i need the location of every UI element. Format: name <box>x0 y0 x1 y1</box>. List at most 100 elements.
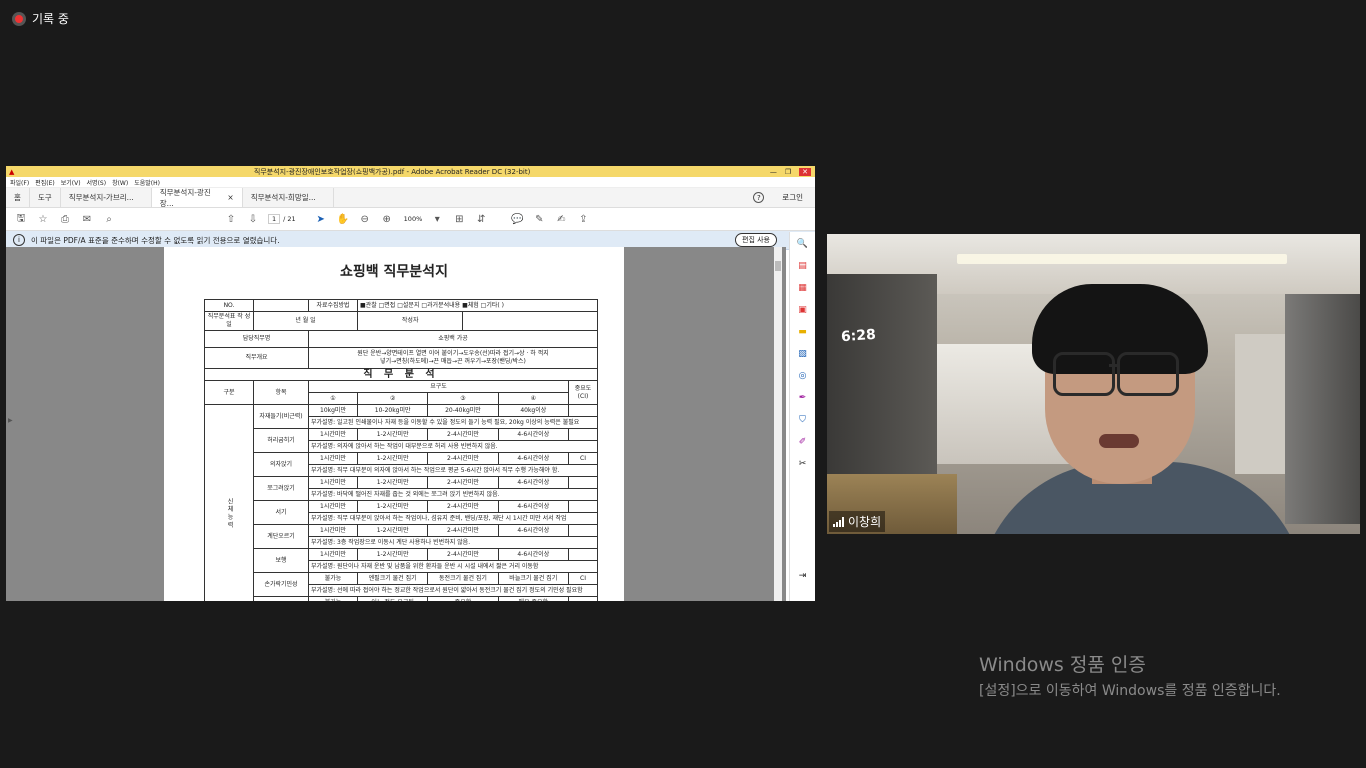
combine-icon[interactable]: ▧ <box>797 347 809 360</box>
edit-pdf-icon[interactable]: ▣ <box>797 303 809 316</box>
hand-icon[interactable]: ✋ <box>336 212 350 226</box>
tab-doc-3[interactable]: 직무분석지-희망일... <box>243 188 334 207</box>
recording-label: 기록 중 <box>32 12 69 26</box>
scroll-mode-icon[interactable]: ⇵ <box>474 212 488 226</box>
table-row: 눈손협응불가능어느 정도 요구됨중요함매우 중요함 <box>205 596 598 601</box>
comment-tool-icon[interactable]: ▬ <box>797 325 809 338</box>
request-signature-icon[interactable]: ✐ <box>797 435 809 448</box>
menu-sign[interactable]: 서명(S) <box>87 178 107 187</box>
mail-icon[interactable]: ✉ <box>80 212 94 226</box>
protect-icon[interactable]: ⛉ <box>797 413 809 426</box>
menu-window[interactable]: 창(W) <box>112 178 128 187</box>
row-c1: 1시간미만 <box>308 428 358 441</box>
participant-video: 6:28 이창희 <box>827 234 1360 534</box>
menu-view[interactable]: 보기(V) <box>61 178 81 187</box>
row-c1: 불가능 <box>308 572 358 585</box>
table-row: 보행 1시간미만 1-2시간미만 2-4시간미만 4-6시간이상 <box>205 548 598 573</box>
level-3: ③ <box>427 392 499 405</box>
doc-title: 쇼핑백 직무분석지 <box>340 264 448 280</box>
table-row: 허리굽히기 1시간미만 1-2시간미만 2-4시간미만 4-6시간이상 <box>205 428 598 453</box>
share-icon[interactable]: ⇪ <box>576 212 590 226</box>
refrigerator <box>1285 294 1360 524</box>
enable-edit-button[interactable]: 편집 사용 <box>735 233 777 247</box>
tab-tools[interactable]: 도구 <box>30 188 61 207</box>
menu-help[interactable]: 도움말(H) <box>134 178 160 187</box>
sign-icon[interactable]: ✍ <box>554 212 568 226</box>
minimize-button[interactable]: — <box>770 168 777 176</box>
document-viewer[interactable]: ▶ 쇼핑백 직무분석지 NO. 자료수집방법 ■관찰 □면접 □설문지 □과거분… <box>6 247 786 601</box>
row-c3: 2-4시간미만 <box>427 548 499 561</box>
row-importance <box>568 500 598 513</box>
create-pdf-icon[interactable]: ▦ <box>797 281 809 294</box>
row-item: 눈손협응 <box>253 596 309 601</box>
pdf-page: 쇼핑백 직무분석지 NO. 자료수집방법 ■관찰 □면접 □설문지 □과거분석내… <box>164 247 624 601</box>
info-text: 이 파일은 PDF/A 표준을 준수하며 수정할 수 없도록 읽기 전용으로 열… <box>31 235 280 245</box>
row-item: 허리굽히기 <box>253 428 309 453</box>
row-item: 의자앉기 <box>253 452 309 477</box>
row-importance: CI <box>568 452 598 465</box>
export-pdf-icon[interactable]: ▤ <box>797 259 809 272</box>
zoom-tool-icon[interactable]: 🔍 <box>797 237 809 250</box>
page-down-icon[interactable]: ⇩ <box>246 212 260 226</box>
organize-icon[interactable]: ◎ <box>797 369 809 382</box>
restore-button[interactable]: ❐ <box>785 168 791 176</box>
menu-file[interactable]: 파일(F) <box>10 178 29 187</box>
close-window-button[interactable]: ✕ <box>799 167 811 176</box>
row-importance: CI <box>568 572 598 585</box>
summary-line-1: 원단 운반→양면테이프 열면 이어 붙이기→도우송(선)따라 접기→상 · 하 … <box>357 350 549 357</box>
method-label: 자료수집방법 <box>308 299 358 312</box>
page-up-icon[interactable]: ⇧ <box>224 212 238 226</box>
print-icon[interactable]: ⎙ <box>58 212 72 226</box>
tab-bar: 홈 도구 직무분석지-가브리... 직무분석지-광진장... × 직무분석지-희망… <box>6 188 815 208</box>
row-c4: 4-6시간이상 <box>497 428 570 441</box>
vertical-scrollbar[interactable] <box>774 247 782 601</box>
summary-label: 직무개요 <box>204 347 309 369</box>
row-item: 계단오르기 <box>253 524 309 549</box>
row-item: 보행 <box>253 548 309 573</box>
star-icon[interactable]: ☆ <box>36 212 50 226</box>
row-c2: 1-2시간미만 <box>356 500 429 513</box>
glasses-bridge <box>1109 364 1119 367</box>
row-c1: 1시간미만 <box>308 476 358 489</box>
select-cursor-icon[interactable]: ➤ <box>314 212 328 226</box>
save-icon[interactable]: 🖫 <box>14 212 28 226</box>
fit-page-icon[interactable]: ⊞ <box>452 212 466 226</box>
record-icon <box>12 11 26 26</box>
comment-icon[interactable]: 💬 <box>510 212 524 226</box>
participant-name: 이창희 <box>848 515 882 529</box>
more-tools-icon[interactable]: ✂ <box>797 457 809 470</box>
row-c4: 4-6시간이상 <box>497 524 570 537</box>
page-number-input[interactable]: 1 <box>268 214 281 224</box>
row-c2: 1-2시간미만 <box>356 524 429 537</box>
tab-doc-2[interactable]: 직무분석지-광진장... × <box>151 188 243 208</box>
collapse-pane-icon[interactable]: ⇥ <box>797 569 809 582</box>
row-c3: 2-4시간미만 <box>427 476 499 489</box>
row-c1: 1시간미만 <box>308 452 358 465</box>
chevron-down-icon[interactable]: ▾ <box>430 212 444 226</box>
zoom-level[interactable]: 100% <box>404 215 423 223</box>
watermark-title: Windows 정품 인증 <box>979 654 1146 676</box>
zoom-out-icon[interactable]: ⊖ <box>358 212 372 226</box>
close-tab-icon[interactable]: × <box>227 193 233 202</box>
scroll-thumb[interactable] <box>775 261 781 271</box>
expand-left-pane-icon[interactable]: ▶ <box>8 417 13 424</box>
help-icon[interactable]: ? <box>753 192 765 203</box>
tab-home[interactable]: 홈 <box>6 188 30 207</box>
menu-edit[interactable]: 편집(E) <box>35 178 55 187</box>
row-importance <box>568 524 598 537</box>
tab-home-label: 홈 <box>14 193 21 202</box>
tab-doc-1[interactable]: 직무분석지-가브리... <box>61 188 152 207</box>
row-note: 부가설명: 원단이나 자재 운반 및 납품을 위한 환자들 운반 시 시설 내에… <box>308 560 598 573</box>
no-label: NO. <box>204 299 254 312</box>
highlight-icon[interactable]: ✎ <box>532 212 546 226</box>
zoom-in-icon[interactable]: ⊕ <box>380 212 394 226</box>
job-analysis-table: NO. 자료수집방법 ■관찰 □면접 □설문지 □과거분석내용 ■체험 □기타(… <box>204 299 598 601</box>
row-note: 부가설명: 직무 대부분이 앉아서 하는 작업이나, 섬유지 준비, 밴딩/포장… <box>308 512 598 525</box>
toolbar: 🖫 ☆ ⎙ ✉ ⌕ ⇧ ⇩ 1 / 21 ➤ ✋ ⊖ ⊕ 100% ▾ ⊞ ⇵ … <box>6 208 815 231</box>
row-c2: 어느 정도 요구됨 <box>356 596 429 601</box>
login-link[interactable]: 로그인 <box>782 192 803 203</box>
no-value <box>253 299 309 312</box>
fill-sign-icon[interactable]: ✒ <box>797 391 809 404</box>
search-icon[interactable]: ⌕ <box>102 212 116 226</box>
row-c2: 1-2시간미만 <box>356 548 429 561</box>
